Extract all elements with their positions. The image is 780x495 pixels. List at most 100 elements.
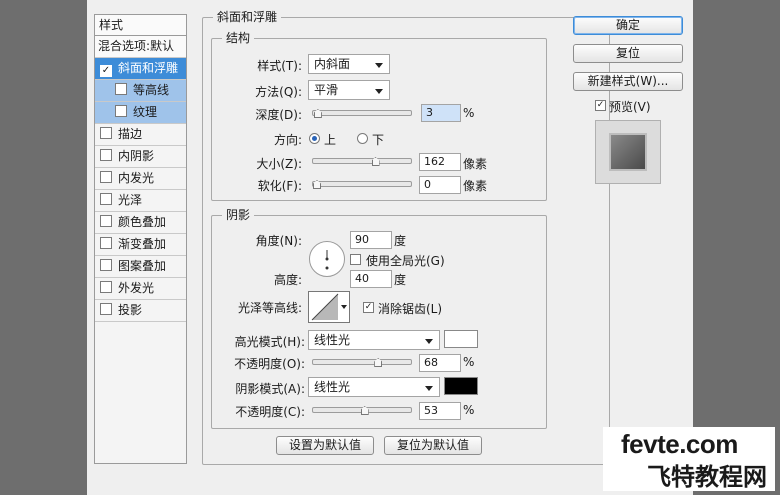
checkbox-pattern-overlay[interactable] (100, 259, 112, 271)
style-preview-thumbnail (595, 120, 661, 184)
soften-unit: 像素 (463, 179, 488, 193)
highlight-color-swatch[interactable] (444, 330, 478, 348)
make-default-button[interactable]: 设置为默认值 (276, 436, 374, 455)
soften-slider-thumb[interactable] (313, 180, 321, 189)
size-slider[interactable] (312, 157, 412, 166)
reset-to-default-button[interactable]: 复位为默认值 (384, 436, 482, 455)
reset-button[interactable]: 复位 (573, 44, 683, 63)
preview-label: 预览(V) (609, 100, 651, 114)
depth-input[interactable]: 3 (421, 104, 461, 122)
checkbox-inner-shadow[interactable] (100, 149, 112, 161)
styles-item-label: 颜色叠加 (118, 215, 167, 229)
altitude-label: 高度: (273, 273, 302, 287)
checkbox-gradient-overlay[interactable] (100, 237, 112, 249)
direction-down-radio[interactable] (357, 133, 368, 144)
global-light-label: 使用全局光(G) (366, 254, 445, 268)
ok-button[interactable]: 确定 (573, 16, 683, 35)
checkbox-drop-shadow[interactable] (100, 303, 112, 315)
styles-item-pattern-overlay[interactable]: 图案叠加 (95, 256, 186, 278)
altitude-input[interactable]: 40 (350, 270, 392, 288)
chevron-down-icon (425, 339, 433, 344)
new-style-button[interactable]: 新建样式(W)... (573, 72, 683, 91)
shadow-opacity-slider[interactable] (312, 406, 412, 415)
gloss-contour-picker[interactable] (308, 291, 350, 323)
anti-alias-label: 消除锯齿(L) (378, 302, 443, 316)
styles-item-bevel-emboss[interactable]: ✓ 斜面和浮雕 (95, 58, 186, 80)
style-select[interactable]: 内斜面 (308, 54, 390, 74)
preview-checkbox[interactable]: ✓ (595, 100, 606, 111)
shadow-mode-select[interactable]: 线性光 (308, 377, 440, 397)
contour-preview-icon (311, 293, 339, 321)
direction-label: 方向: (273, 133, 302, 147)
checkbox-texture[interactable] (115, 105, 127, 117)
shadow-mode-value: 线性光 (314, 380, 351, 394)
depth-label: 深度(D): (255, 108, 302, 122)
style-select-value: 内斜面 (314, 57, 351, 71)
checkbox-inner-glow[interactable] (100, 171, 112, 183)
highlight-mode-value: 线性光 (314, 333, 351, 347)
style-label: 样式(T): (257, 59, 302, 73)
size-label: 大小(Z): (256, 157, 302, 171)
styles-item-label: 混合选项:默认 (98, 39, 175, 53)
shadow-opacity-thumb[interactable] (360, 406, 369, 415)
highlight-opacity-input[interactable]: 68 (419, 354, 461, 372)
global-light-checkbox[interactable] (350, 254, 361, 265)
highlight-mode-select[interactable]: 线性光 (308, 330, 440, 350)
styles-item-outer-glow[interactable]: 外发光 (95, 278, 186, 300)
highlight-opacity-thumb[interactable] (374, 358, 383, 367)
checkbox-bevel-emboss[interactable]: ✓ (100, 65, 112, 77)
preview-swatch (611, 135, 645, 169)
checkbox-outer-glow[interactable] (100, 281, 112, 293)
angle-unit: 度 (394, 234, 407, 248)
technique-select-value: 平滑 (314, 83, 339, 97)
angle-dial[interactable] (309, 241, 345, 277)
checkbox-color-overlay[interactable] (100, 215, 112, 227)
styles-item-contour[interactable]: 等高线 (95, 80, 186, 102)
checkbox-stroke[interactable] (100, 127, 112, 139)
direction-up-radio[interactable] (309, 133, 320, 144)
styles-item-gradient-overlay[interactable]: 渐变叠加 (95, 234, 186, 256)
highlight-opacity-label: 不透明度(O): (234, 357, 305, 371)
styles-item-stroke[interactable]: 描边 (95, 124, 186, 146)
depth-slider-thumb[interactable] (313, 109, 322, 118)
highlight-opacity-slider[interactable] (312, 358, 412, 367)
chevron-down-icon (425, 386, 433, 391)
size-unit: 像素 (463, 157, 488, 171)
chevron-down-icon (375, 63, 383, 68)
styles-item-label: 描边 (118, 127, 143, 141)
styles-item-blending-options[interactable]: 混合选项:默认 (95, 36, 186, 58)
styles-list: 样式 混合选项:默认 ✓ 斜面和浮雕 等高线 纹理 描边 内阴影 内发光 光泽 颜… (94, 14, 187, 464)
chevron-down-icon[interactable] (341, 305, 347, 309)
depth-slider[interactable] (312, 109, 412, 118)
size-slider-thumb[interactable] (371, 157, 380, 166)
styles-item-label: 等高线 (133, 83, 170, 97)
watermark-brand: 飞特教程网 (647, 463, 767, 491)
checkbox-satin[interactable] (100, 193, 112, 205)
styles-item-drop-shadow[interactable]: 投影 (95, 300, 186, 322)
size-input[interactable]: 162 (419, 153, 461, 171)
shadow-color-swatch[interactable] (444, 377, 478, 395)
angle-input[interactable]: 90 (350, 231, 392, 249)
direction-up-label: 上 (324, 133, 337, 147)
technique-label: 方法(Q): (255, 85, 302, 99)
styles-item-satin[interactable]: 光泽 (95, 190, 186, 212)
soften-input[interactable]: 0 (419, 176, 461, 194)
styles-item-label: 图案叠加 (118, 259, 167, 273)
soften-label: 软化(F): (257, 179, 302, 193)
highlight-mode-label: 高光模式(H): (234, 335, 305, 349)
styles-item-texture[interactable]: 纹理 (95, 102, 186, 124)
styles-item-inner-glow[interactable]: 内发光 (95, 168, 186, 190)
shadow-opacity-unit: % (463, 403, 475, 417)
structure-title: 结构 (222, 31, 255, 45)
gloss-contour-label: 光泽等高线: (237, 301, 302, 315)
soften-slider[interactable] (312, 180, 412, 189)
anti-alias-checkbox[interactable]: ✓ (363, 302, 374, 313)
shading-title: 阴影 (222, 208, 255, 222)
checkbox-contour[interactable] (115, 83, 127, 95)
technique-select[interactable]: 平滑 (308, 80, 390, 100)
styles-item-inner-shadow[interactable]: 内阴影 (95, 146, 186, 168)
styles-item-color-overlay[interactable]: 颜色叠加 (95, 212, 186, 234)
shadow-opacity-input[interactable]: 53 (419, 402, 461, 420)
styles-item-label: 内阴影 (118, 149, 155, 163)
styles-item-label: 渐变叠加 (118, 237, 167, 251)
